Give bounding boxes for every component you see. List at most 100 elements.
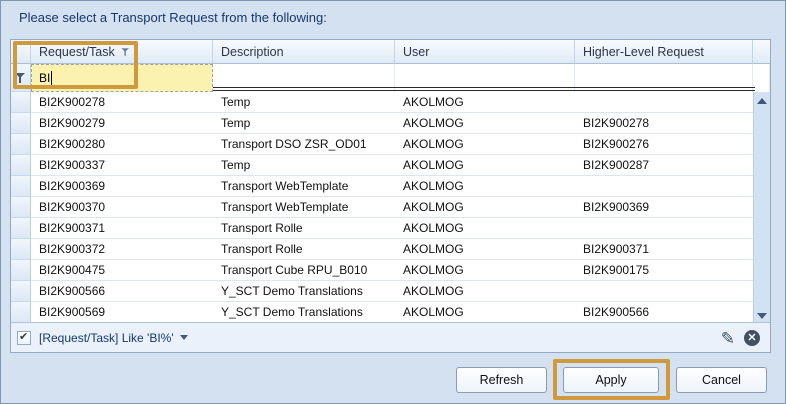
chevron-down-icon[interactable] — [180, 335, 188, 340]
cell-user: AKOLMOG — [395, 260, 575, 281]
row-indicator — [11, 281, 31, 302]
column-header-label: Request/Task — [39, 45, 115, 59]
edit-filter-icon[interactable]: ✎ — [721, 330, 735, 347]
filter-row-corner — [753, 64, 770, 92]
table-row[interactable]: BI2K900371Transport RolleAKOLMOG — [11, 218, 753, 239]
cell-description: Transport DSO ZSR_OD01 — [213, 134, 395, 155]
cell-user: AKOLMOG — [395, 281, 575, 302]
table-row[interactable]: BI2K900280Transport DSO ZSR_OD01AKOLMOGB… — [11, 134, 753, 155]
cell-higher-level: BI2K900566 — [575, 302, 753, 323]
row-indicator — [11, 176, 31, 197]
row-indicator — [11, 239, 31, 260]
refresh-button[interactable]: Refresh — [456, 367, 547, 393]
row-indicator — [11, 113, 31, 134]
cell-description: Transport Cube RPU_B010 — [213, 260, 395, 281]
cell-description: Y_SCT Demo Translations — [213, 281, 395, 302]
vertical-scrollbar[interactable] — [753, 92, 770, 324]
cancel-button[interactable]: Cancel — [676, 367, 767, 393]
grid-header-corner — [753, 40, 770, 64]
cell-higher-level: BI2K900175 — [575, 260, 753, 281]
cell-request-task: BI2K900566 — [31, 281, 213, 302]
row-indicator — [11, 134, 31, 155]
cell-user: AKOLMOG — [395, 155, 575, 176]
column-header-higher-level-request[interactable]: Higher-Level Request — [575, 40, 753, 64]
cell-higher-level: BI2K900287 — [575, 155, 753, 176]
cell-request-task: BI2K900475 — [31, 260, 213, 281]
table-row[interactable]: BI2K900279TempAKOLMOGBI2K900278 — [11, 113, 753, 134]
row-indicator — [11, 218, 31, 239]
filter-enabled-checkbox[interactable] — [17, 331, 31, 345]
table-row[interactable]: BI2K900475Transport Cube RPU_B010AKOLMOG… — [11, 260, 753, 281]
cell-request-task: BI2K900569 — [31, 302, 213, 323]
cell-description: Transport Rolle — [213, 218, 395, 239]
table-row[interactable]: BI2K900372Transport RolleAKOLMOGBI2K9003… — [11, 239, 753, 260]
table-row[interactable]: BI2K900569Y_SCT Demo TranslationsAKOLMOG… — [11, 302, 753, 323]
column-header-label: Higher-Level Request — [583, 45, 704, 59]
cell-user: AKOLMOG — [395, 218, 575, 239]
cell-description: Temp — [213, 155, 395, 176]
cell-request-task: BI2K900371 — [31, 218, 213, 239]
filter-panel-icons: ✎ ✕ — [721, 323, 760, 353]
dialog-title: Please select a Transport Request from t… — [19, 10, 327, 25]
cell-user: AKOLMOG — [395, 302, 575, 323]
active-filter-icon[interactable] — [121, 48, 129, 56]
cell-request-task: BI2K900370 — [31, 197, 213, 218]
filter-panel: [Request/Task] Like 'BI%' ✎ ✕ — [11, 322, 770, 352]
cell-description: Transport Rolle — [213, 239, 395, 260]
funnel-icon — [15, 73, 26, 83]
column-header-user[interactable]: User — [395, 40, 575, 64]
cell-request-task: BI2K900278 — [31, 92, 213, 113]
filter-expression[interactable]: [Request/Task] Like 'BI%' — [39, 331, 174, 345]
row-indicator-header — [11, 40, 31, 64]
cell-description: Temp — [213, 92, 395, 113]
cell-request-task: BI2K900279 — [31, 113, 213, 134]
column-header-label: User — [403, 45, 429, 59]
cell-request-task: BI2K900369 — [31, 176, 213, 197]
transport-request-dialog: Please select a Transport Request from t… — [0, 0, 786, 404]
row-indicator — [11, 92, 31, 113]
cell-description: Y_SCT Demo Translations — [213, 302, 395, 323]
cell-user: AKOLMOG — [395, 176, 575, 197]
cell-higher-level — [575, 218, 753, 239]
filter-input-request-task[interactable]: BI — [31, 64, 213, 92]
filter-input-value: BI — [39, 71, 50, 85]
column-header-request-task[interactable]: Request/Task — [31, 40, 213, 64]
cell-request-task: BI2K900337 — [31, 155, 213, 176]
transport-request-grid: Request/Task Description User Higher-Lev… — [10, 39, 771, 353]
table-row[interactable]: BI2K900566Y_SCT Demo TranslationsAKOLMOG — [11, 281, 753, 302]
column-header-label: Description — [221, 45, 284, 59]
table-row[interactable]: BI2K900337TempAKOLMOGBI2K900287 — [11, 155, 753, 176]
grid-rows: BI2K900278TempAKOLMOGBI2K900279TempAKOLM… — [11, 92, 753, 324]
cell-user: AKOLMOG — [395, 197, 575, 218]
cell-higher-level: BI2K900276 — [575, 134, 753, 155]
apply-button[interactable]: Apply — [563, 367, 659, 393]
cell-higher-level: BI2K900369 — [575, 197, 753, 218]
table-row[interactable]: BI2K900278TempAKOLMOG — [11, 92, 753, 113]
row-indicator — [11, 155, 31, 176]
scroll-up-button[interactable] — [754, 92, 770, 109]
filter-input-user[interactable] — [395, 64, 575, 92]
cell-request-task: BI2K900372 — [31, 239, 213, 260]
filter-input-higher-level[interactable] — [575, 64, 753, 92]
cell-user: AKOLMOG — [395, 113, 575, 134]
cell-higher-level: BI2K900278 — [575, 113, 753, 134]
table-row[interactable]: BI2K900370Transport WebTemplateAKOLMOGBI… — [11, 197, 753, 218]
triangle-up-icon — [757, 98, 767, 104]
cell-description: Temp — [213, 113, 395, 134]
filter-input-description[interactable] — [213, 64, 395, 92]
text-caret — [51, 71, 52, 85]
row-indicator — [11, 197, 31, 218]
cell-higher-level: BI2K900371 — [575, 239, 753, 260]
row-indicator — [11, 260, 31, 281]
grid-header-row: Request/Task Description User Higher-Lev… — [11, 40, 770, 64]
cell-higher-level — [575, 281, 753, 302]
column-header-description[interactable]: Description — [213, 40, 395, 64]
cell-user: AKOLMOG — [395, 134, 575, 155]
table-row[interactable]: BI2K900369Transport WebTemplateAKOLMOG — [11, 176, 753, 197]
cell-user: AKOLMOG — [395, 239, 575, 260]
cell-description: Transport WebTemplate — [213, 176, 395, 197]
cell-request-task: BI2K900280 — [31, 134, 213, 155]
grid-filter-row: BI — [11, 64, 770, 92]
filter-row-indicator — [11, 64, 31, 92]
clear-filter-icon[interactable]: ✕ — [744, 330, 760, 346]
